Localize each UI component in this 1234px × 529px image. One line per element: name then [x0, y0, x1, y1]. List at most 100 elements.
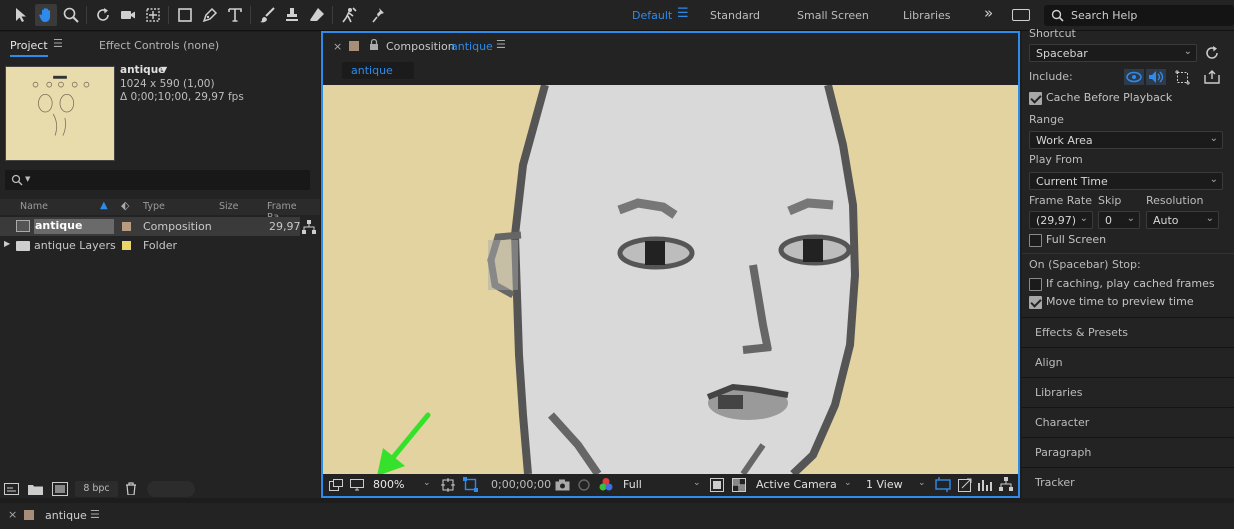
panel-libraries[interactable]: Libraries — [1022, 377, 1234, 406]
panel-character[interactable]: Character — [1022, 407, 1234, 436]
label-tag-icon[interactable]: ⬖ — [121, 199, 129, 212]
hand-tool-icon[interactable] — [35, 4, 57, 26]
rectangle-tool-icon[interactable] — [174, 4, 196, 26]
monitor-icon[interactable] — [350, 479, 364, 491]
search-dropdown-icon[interactable]: ▼ — [25, 175, 30, 183]
clone-stamp-tool-icon[interactable] — [281, 4, 303, 26]
include-overlay-icon[interactable] — [1175, 70, 1190, 85]
snapshot-camera-icon[interactable] — [555, 479, 570, 491]
skip-select[interactable]: 0 ⌄ — [1098, 211, 1140, 229]
project-search-input[interactable]: ▼ — [5, 170, 310, 190]
label-swatch[interactable] — [122, 222, 131, 231]
timeline-icon[interactable] — [958, 477, 973, 492]
chevron-down-icon[interactable]: ⌄ — [693, 478, 701, 488]
reset-icon[interactable] — [1204, 45, 1220, 61]
roto-brush-tool-icon[interactable] — [338, 4, 360, 26]
thumbnail-scroll-slider[interactable] — [147, 481, 195, 497]
panel-menu-icon[interactable]: ☰ — [53, 37, 63, 50]
panel-title: Tracker — [1035, 476, 1075, 489]
always-preview-icon[interactable] — [329, 479, 343, 491]
workspace-default[interactable]: Default — [632, 9, 672, 22]
fast-previews-icon[interactable] — [710, 478, 724, 492]
include-audio-speaker-icon[interactable] — [1146, 69, 1166, 85]
column-type[interactable]: Type — [143, 201, 165, 212]
type-tool-icon[interactable] — [224, 4, 246, 26]
eraser-tool-icon[interactable] — [306, 4, 328, 26]
workspace-menu-icon[interactable]: ☰ — [677, 6, 689, 21]
current-time-display[interactable]: 0;00;00;00 — [491, 478, 551, 491]
export-icon[interactable] — [1204, 70, 1220, 84]
row-frame-rate: 29,97 — [269, 220, 301, 233]
chevron-down-icon[interactable]: ⌄ — [423, 478, 431, 488]
view-layout-select[interactable]: 1 View — [866, 478, 903, 491]
puppet-pin-tool-icon[interactable] — [368, 4, 390, 26]
expand-arrow-icon[interactable]: ▶ — [4, 239, 10, 248]
workspace-libraries[interactable]: Libraries — [903, 9, 951, 22]
new-composition-icon[interactable] — [52, 482, 68, 496]
camera-tool-icon[interactable] — [117, 4, 139, 26]
fit-icon[interactable] — [441, 478, 455, 492]
selection-tool-icon[interactable] — [10, 4, 32, 26]
if-caching-checkbox[interactable] — [1029, 278, 1042, 291]
usage-dropdown-icon[interactable]: ▼ — [161, 65, 167, 74]
color-channels-icon[interactable] — [599, 477, 613, 492]
project-row-composition[interactable]: antique Composition 29,97 — [0, 217, 301, 236]
camera-view-select[interactable]: Active Camera — [756, 478, 837, 491]
panel-effects-presets[interactable]: Effects & Presets — [1022, 317, 1234, 346]
new-folder-icon[interactable] — [28, 483, 43, 495]
panel-tracker[interactable]: Tracker — [1022, 467, 1234, 496]
workspace-overflow-button[interactable]: » — [984, 4, 993, 22]
range-select[interactable]: Work Area ⌄ — [1029, 131, 1223, 149]
frame-rate-select[interactable]: (29,97) ⌄ — [1029, 211, 1093, 229]
chevron-down-icon[interactable]: ⌄ — [844, 478, 852, 488]
workspace-small-screen[interactable]: Small Screen — [797, 9, 869, 22]
project-row-folder[interactable]: ▶ antique Layers Folder — [0, 236, 300, 255]
bpc-button[interactable]: 8 bpc — [75, 481, 118, 497]
toggle-pixel-aspect-icon[interactable] — [935, 477, 951, 492]
region-of-interest-icon[interactable] — [463, 477, 478, 492]
show-snapshot-icon[interactable] — [577, 478, 591, 492]
lock-icon[interactable] — [369, 39, 379, 51]
panel-paragraph[interactable]: Paragraph — [1022, 437, 1234, 466]
composition-tab-prefix[interactable]: Composition — [386, 40, 455, 53]
trash-icon[interactable] — [125, 482, 137, 495]
rotate-tool-icon[interactable] — [92, 4, 114, 26]
search-help-box[interactable]: Search Help — [1044, 5, 1234, 26]
workspace-standard[interactable]: Standard — [710, 9, 760, 22]
cache-before-playback-checkbox[interactable] — [1029, 92, 1042, 105]
pan-behind-tool-icon[interactable] — [142, 4, 164, 26]
close-panel-icon[interactable]: × — [333, 40, 342, 53]
composition-tab-name[interactable]: antique — [451, 40, 493, 53]
brush-tool-icon[interactable] — [256, 4, 278, 26]
full-screen-checkbox[interactable] — [1029, 234, 1042, 247]
column-size[interactable]: Size — [219, 201, 239, 212]
panel-align[interactable]: Align — [1022, 347, 1234, 376]
interpret-footage-icon[interactable] — [4, 483, 19, 495]
panel-menu-icon[interactable]: ☰ — [496, 38, 506, 51]
composition-viewer[interactable] — [323, 85, 1018, 474]
flowchart-icon[interactable] — [302, 220, 316, 234]
composition-flow-tab[interactable]: antique — [342, 62, 414, 79]
column-name[interactable]: Name — [20, 201, 48, 212]
chevron-down-icon[interactable]: ⌄ — [918, 478, 926, 488]
zoom-tool-icon[interactable] — [60, 4, 82, 26]
pen-tool-icon[interactable] — [199, 4, 221, 26]
shortcut-select[interactable]: Spacebar ⌄ — [1029, 44, 1197, 62]
tab-project[interactable]: Project — [10, 39, 48, 57]
label-swatch[interactable] — [122, 241, 131, 250]
move-time-checkbox[interactable] — [1029, 296, 1042, 309]
timeline-tab-name[interactable]: antique — [45, 509, 87, 522]
tab-effect-controls[interactable]: Effect Controls (none) — [99, 39, 219, 52]
panel-menu-icon[interactable]: ☰ — [90, 508, 100, 521]
zoom-level-select[interactable]: 800% — [373, 478, 404, 491]
sort-ascending-icon[interactable]: ▲ — [100, 200, 108, 211]
resolution-select[interactable]: Auto ⌄ — [1146, 211, 1219, 229]
resolution-select[interactable]: Full — [623, 478, 642, 491]
play-from-select[interactable]: Current Time ⌄ — [1029, 172, 1223, 190]
comp-flowchart-icon[interactable] — [978, 477, 993, 492]
flowchart-icon[interactable] — [999, 477, 1013, 492]
include-video-eye-icon[interactable] — [1124, 69, 1144, 85]
transparency-grid-icon[interactable] — [732, 478, 746, 492]
close-panel-icon[interactable]: × — [8, 508, 17, 521]
sync-settings-icon[interactable] — [1012, 9, 1030, 21]
